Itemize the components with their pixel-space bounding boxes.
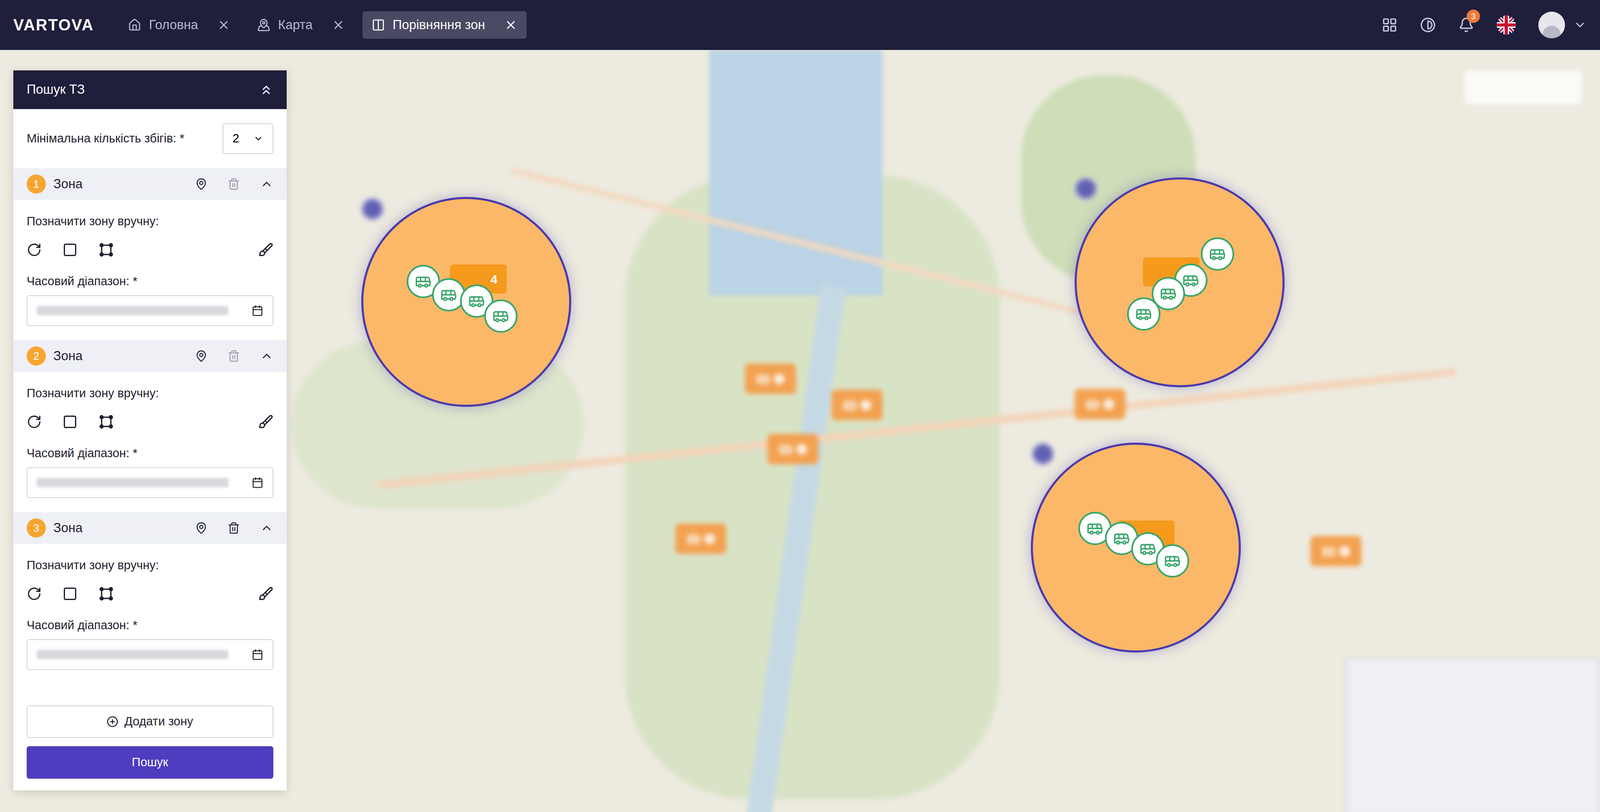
locate-icon[interactable] <box>195 350 208 363</box>
chevron-down-icon[interactable] <box>1573 18 1587 32</box>
vehicle-icon <box>1139 540 1157 558</box>
search-button[interactable]: Пошук <box>26 746 274 780</box>
min-matches-row: Мінімальна кількість збігів: *2 <box>13 109 287 169</box>
tabs: ГоловнаКартаПорівняння зон <box>118 11 527 39</box>
zone-number: 3 <box>26 518 46 538</box>
vehicle-icon <box>1209 245 1226 263</box>
calendar-icon[interactable] <box>251 649 264 661</box>
zone-body: Позначити зону вручну:Часовий діапазон: … <box>13 544 287 685</box>
time-range-field[interactable] <box>26 467 274 499</box>
add-zone-button[interactable]: Додати зону <box>26 705 274 739</box>
zone-number: 2 <box>26 346 46 366</box>
zone-section: 1ЗонаПозначити зону вручну:Часовий діапа… <box>13 168 287 341</box>
vehicle-marker[interactable] <box>1127 297 1161 331</box>
collapse-icon[interactable] <box>260 521 274 535</box>
zone-circle[interactable]: 4 <box>361 197 572 408</box>
circle-tool-icon[interactable] <box>26 414 42 430</box>
zone-number: 1 <box>26 174 46 194</box>
zone-header[interactable]: 3Зона <box>13 512 287 545</box>
locate-icon[interactable] <box>195 177 208 191</box>
vehicle-icon <box>1086 520 1104 538</box>
vehicle-icon <box>1164 552 1181 570</box>
polygon-tool-icon[interactable] <box>98 414 115 430</box>
circle-tool-icon[interactable] <box>26 242 42 258</box>
panel-header[interactable]: Пошук ТЗ <box>13 70 287 110</box>
theme-icon[interactable] <box>1420 17 1436 33</box>
zone-header[interactable]: 1Зона <box>13 168 287 200</box>
calendar-icon[interactable] <box>251 477 264 489</box>
apps-icon[interactable] <box>1381 17 1398 33</box>
circle-tool-icon[interactable] <box>26 586 42 602</box>
draw-tools <box>26 241 274 259</box>
close-icon[interactable] <box>504 18 518 32</box>
zone-section: 3ЗонаПозначити зону вручну:Часовий діапа… <box>13 512 287 685</box>
time-range-field[interactable] <box>26 639 274 671</box>
rectangle-tool-icon[interactable] <box>62 414 78 430</box>
vehicle-marker[interactable] <box>1155 544 1190 578</box>
vehicle-icon <box>1160 285 1177 303</box>
uk-flag-icon[interactable] <box>1496 15 1516 35</box>
vehicle-icon <box>1135 305 1153 323</box>
rectangle-tool-icon[interactable] <box>62 242 78 258</box>
delete-icon <box>227 177 240 191</box>
app: VARTOVA ГоловнаКартаПорівняння зон 3 4 Пошук… <box>0 0 1600 812</box>
collapse-icon[interactable] <box>260 349 274 363</box>
vehicle-marker[interactable] <box>1200 237 1235 271</box>
top-bar: VARTOVA ГоловнаКартаПорівняння зон 3 <box>0 0 1600 50</box>
clear-icon[interactable] <box>258 242 274 258</box>
vehicle-icon <box>468 292 485 310</box>
vehicle-icon <box>1182 272 1200 289</box>
collapse-icon[interactable] <box>260 177 274 191</box>
header-actions: 3 <box>1381 11 1587 39</box>
min-matches-select[interactable]: 2 <box>222 123 274 155</box>
collapse-icon[interactable] <box>259 82 274 98</box>
vehicle-icon <box>492 307 510 325</box>
delete-icon <box>227 350 240 363</box>
zone-circle[interactable] <box>1030 442 1241 653</box>
close-icon[interactable] <box>331 18 345 32</box>
close-icon[interactable] <box>217 18 231 32</box>
vehicle-marker[interactable] <box>432 278 466 312</box>
delete-icon[interactable] <box>227 522 240 535</box>
zone-body: Позначити зону вручну:Часовий діапазон: … <box>13 200 287 341</box>
draw-tools <box>26 585 274 603</box>
calendar-icon[interactable] <box>251 305 264 317</box>
rectangle-tool-icon[interactable] <box>62 586 78 602</box>
tab-icon <box>257 18 271 32</box>
clear-icon[interactable] <box>258 414 274 430</box>
time-range-field[interactable] <box>26 295 274 327</box>
vehicle-icon <box>440 286 458 304</box>
zone-circle[interactable] <box>1074 177 1285 388</box>
nav-tab[interactable]: Головна <box>118 11 240 39</box>
vehicle-marker[interactable] <box>484 299 518 333</box>
chevron-down-icon <box>253 133 264 144</box>
search-panel: Пошук ТЗМінімальна кількість збігів: *21… <box>13 70 287 791</box>
polygon-tool-icon[interactable] <box>98 586 115 603</box>
vehicle-icon <box>415 273 432 290</box>
plus-icon <box>106 716 119 728</box>
zone-section: 2ЗонаПозначити зону вручну:Часовий діапа… <box>13 340 287 513</box>
draw-tools <box>26 413 274 431</box>
logo[interactable]: VARTOVA <box>13 13 94 38</box>
tab-icon <box>371 18 385 32</box>
nav-tab[interactable]: Порівняння зон <box>362 11 527 39</box>
vehicle-icon <box>1113 530 1130 548</box>
avatar-icon[interactable] <box>1538 11 1565 39</box>
locate-icon[interactable] <box>195 522 208 535</box>
clear-icon[interactable] <box>258 586 274 602</box>
nav-tab[interactable]: Карта <box>247 11 355 39</box>
notification-badge: 3 <box>1466 9 1480 23</box>
notifications[interactable]: 3 <box>1458 17 1475 33</box>
zone-body: Позначити зону вручну:Часовий діапазон: … <box>13 372 287 513</box>
map[interactable]: 4 Пошук ТЗМінімальна кількість збігів: *2… <box>0 50 1600 812</box>
zone-header[interactable]: 2Зона <box>13 340 287 373</box>
user-menu[interactable] <box>1538 11 1587 39</box>
tab-icon <box>127 18 142 32</box>
polygon-tool-icon[interactable] <box>98 242 115 258</box>
